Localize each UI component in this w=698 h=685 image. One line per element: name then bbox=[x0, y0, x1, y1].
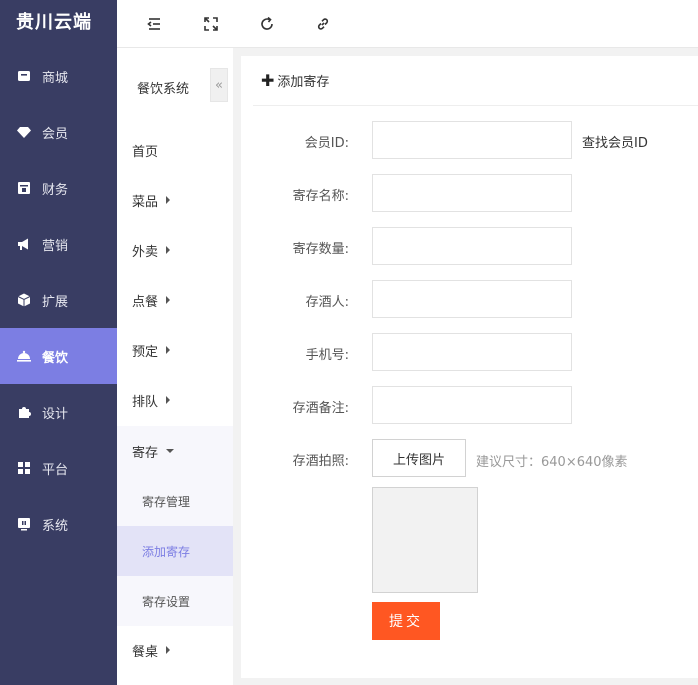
sub-child-storage-manage[interactable]: 寄存管理 bbox=[117, 476, 233, 526]
collapse-sidebar-button[interactable]: « bbox=[210, 68, 228, 102]
sub-item-label: 排队 bbox=[132, 394, 159, 410]
sub-item-queue[interactable]: 排队 bbox=[117, 375, 233, 425]
nav-item-label: 商城 bbox=[42, 70, 69, 86]
phone-label: 手机号: bbox=[305, 348, 349, 363]
menu-fold-icon bbox=[147, 18, 160, 30]
sub-item-label: 外卖 bbox=[132, 244, 159, 260]
storage-name-label: 寄存名称: bbox=[292, 189, 349, 204]
caret-right-icon bbox=[166, 246, 171, 254]
fullscreen-button[interactable] bbox=[199, 12, 223, 36]
refresh-icon bbox=[261, 16, 273, 30]
wallet-icon bbox=[17, 181, 31, 195]
food-cover-icon bbox=[17, 349, 31, 363]
caret-right-icon bbox=[166, 346, 171, 354]
sub-child-add-storage[interactable]: 添加寄存 bbox=[117, 526, 233, 576]
sub-child-label: 添加寄存 bbox=[142, 544, 191, 559]
nav-item-finance[interactable]: 财务 bbox=[0, 160, 117, 216]
sub-item-reservation[interactable]: 预定 bbox=[117, 325, 233, 375]
card-header: ✚ 添加寄存 bbox=[253, 56, 698, 106]
top-toolbar bbox=[117, 0, 698, 48]
sub-item-label: 预定 bbox=[132, 344, 159, 360]
nav-item-label: 餐饮 bbox=[42, 350, 69, 366]
find-member-id-link[interactable]: 查找会员ID bbox=[582, 132, 648, 151]
remark-input[interactable] bbox=[372, 386, 572, 424]
storage-quantity-input[interactable] bbox=[372, 227, 572, 265]
member-id-input[interactable] bbox=[372, 121, 572, 159]
nav-item-marketing[interactable]: 营销 bbox=[0, 216, 117, 272]
cube-icon bbox=[17, 293, 31, 307]
sub-item-label: 寄存 bbox=[132, 445, 159, 461]
caret-right-icon bbox=[166, 396, 171, 404]
menu-fold-button[interactable] bbox=[142, 12, 166, 36]
puzzle-icon bbox=[17, 405, 31, 419]
nav-item-label: 扩展 bbox=[42, 294, 69, 310]
nav-item-store[interactable]: 商城 bbox=[0, 48, 117, 104]
remark-label: 存酒备注: bbox=[292, 401, 349, 416]
storage-quantity-label: 寄存数量: bbox=[292, 242, 349, 257]
phone-input[interactable] bbox=[372, 333, 572, 371]
sub-item-home[interactable]: 首页 bbox=[117, 125, 233, 175]
sub-item-tables[interactable]: 餐桌 bbox=[117, 625, 233, 675]
nav-item-system[interactable]: 系统 bbox=[0, 496, 117, 552]
sub-item-dishes[interactable]: 菜品 bbox=[117, 175, 233, 225]
sub-item-takeout[interactable]: 外卖 bbox=[117, 225, 233, 275]
nav-item-platform[interactable]: 平台 bbox=[0, 440, 117, 496]
depositor-label: 存酒人: bbox=[305, 295, 349, 310]
link-button[interactable] bbox=[311, 12, 335, 36]
grid-icon bbox=[17, 461, 31, 475]
nav-item-label: 设计 bbox=[42, 406, 69, 422]
depositor-input[interactable] bbox=[372, 280, 572, 318]
upload-image-button[interactable]: 上传图片 bbox=[372, 439, 466, 477]
nav-item-catering[interactable]: 餐饮 bbox=[0, 328, 117, 384]
brand-logo: 贵川云端 bbox=[16, 12, 92, 33]
store-icon bbox=[17, 69, 31, 83]
member-id-label: 会员ID: bbox=[304, 136, 349, 151]
nav-item-label: 系统 bbox=[42, 518, 69, 534]
sub-child-label: 寄存管理 bbox=[142, 494, 191, 509]
caret-down-icon bbox=[166, 449, 175, 453]
monitor-icon bbox=[17, 517, 31, 531]
sub-item-label: 点餐 bbox=[132, 294, 159, 310]
caret-right-icon bbox=[166, 646, 171, 654]
nav-item-design[interactable]: 设计 bbox=[0, 384, 117, 440]
main-sidebar: 贵川云端 商城 会员 财务 营销 扩展 餐饮 设计 平台 系统 bbox=[0, 0, 117, 685]
nav-item-label: 平台 bbox=[42, 462, 69, 478]
refresh-button[interactable] bbox=[255, 12, 279, 36]
sub-item-label: 餐桌 bbox=[132, 644, 159, 660]
sub-item-order[interactable]: 点餐 bbox=[117, 275, 233, 325]
card-title: 添加寄存 bbox=[277, 75, 330, 90]
sub-item-storage[interactable]: 寄存 bbox=[117, 426, 233, 476]
nav-item-label: 财务 bbox=[42, 182, 69, 198]
nav-item-label: 营销 bbox=[42, 238, 69, 254]
sub-item-label: 首页 bbox=[132, 144, 159, 160]
nav-item-label: 会员 bbox=[42, 126, 69, 142]
sub-sidebar: 餐饮系统 « 首页 菜品 外卖 点餐 预定 排队 寄存 寄存管理 添加寄存 寄存… bbox=[117, 48, 233, 685]
nav-item-extend[interactable]: 扩展 bbox=[0, 272, 117, 328]
megaphone-icon bbox=[17, 237, 31, 251]
upload-size-hint: 建议尺寸：640×640像素 bbox=[476, 455, 628, 470]
fullscreen-icon bbox=[204, 17, 218, 31]
gem-icon bbox=[17, 125, 31, 139]
link-icon bbox=[317, 18, 329, 30]
plus-icon: ✚ bbox=[261, 71, 275, 90]
image-preview bbox=[372, 487, 478, 593]
sub-child-storage-settings[interactable]: 寄存设置 bbox=[117, 576, 233, 626]
sub-child-label: 寄存设置 bbox=[142, 594, 191, 609]
sub-item-label: 菜品 bbox=[132, 194, 159, 210]
photo-label: 存酒拍照: bbox=[292, 454, 349, 469]
sub-sidebar-title: 餐饮系统 bbox=[137, 82, 190, 97]
add-storage-card: ✚ 添加寄存 会员ID: 查找会员ID 寄存名称: 寄存数量: 存酒人: 手机号… bbox=[241, 56, 698, 678]
submit-button[interactable]: 提交 bbox=[372, 602, 440, 640]
storage-name-input[interactable] bbox=[372, 174, 572, 212]
caret-right-icon bbox=[166, 296, 171, 304]
caret-right-icon bbox=[166, 196, 171, 204]
nav-item-member[interactable]: 会员 bbox=[0, 104, 117, 160]
